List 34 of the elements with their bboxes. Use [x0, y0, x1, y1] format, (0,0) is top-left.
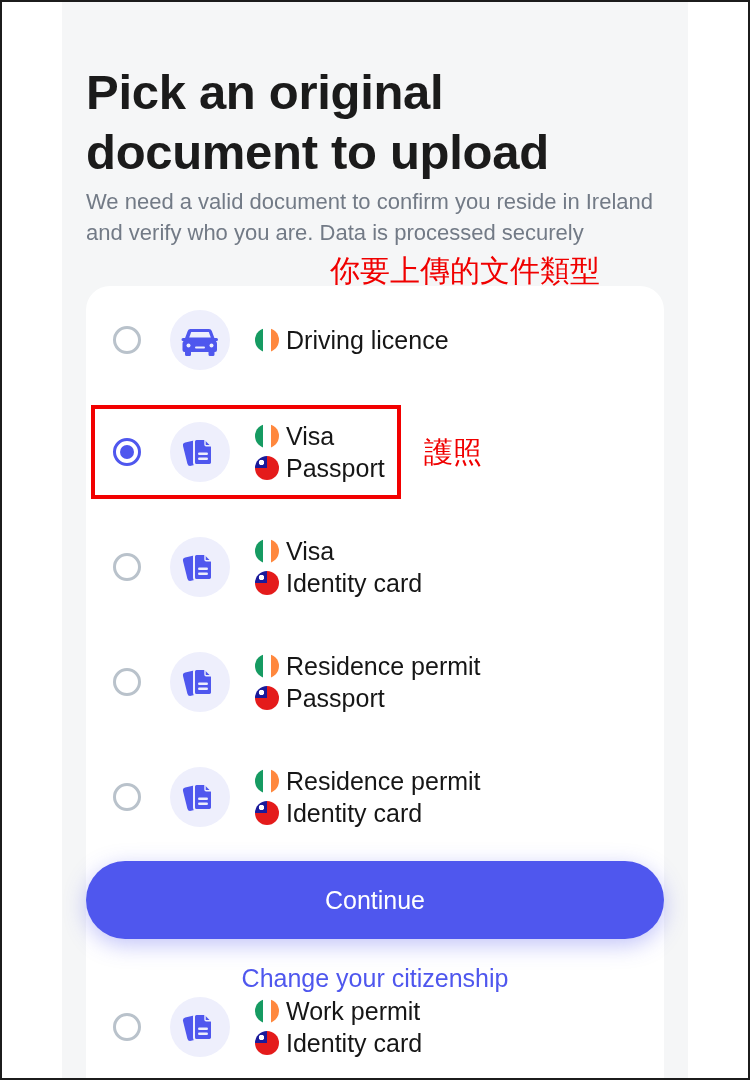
taiwan-flag-icon	[255, 455, 279, 480]
document-label: Passport	[286, 452, 385, 484]
radio-button[interactable]	[113, 667, 141, 696]
radio-button[interactable]	[113, 782, 141, 811]
document-label: Driving licence	[286, 325, 449, 356]
page-heading: Pick an original document to upload	[86, 64, 550, 181]
document-label: Work permit	[286, 995, 421, 1027]
taiwan-flag-icon	[255, 800, 279, 825]
documents-icon	[170, 766, 230, 827]
documents-icon	[170, 421, 230, 482]
document-label: Visa	[286, 535, 335, 567]
documents-icon	[170, 536, 230, 597]
taiwan-flag-icon	[255, 1030, 279, 1055]
radio-button[interactable]	[113, 326, 141, 354]
annotation-text: 護照	[423, 435, 482, 468]
document-label: Identity card	[286, 797, 423, 829]
taiwan-flag-icon	[255, 685, 279, 710]
document-label: Residence permit	[286, 650, 481, 682]
documents-icon	[170, 651, 230, 712]
documents-icon	[170, 996, 230, 1057]
taiwan-flag-icon	[255, 570, 279, 595]
document-label: Identity card	[286, 567, 423, 599]
radio-button[interactable]	[113, 437, 141, 466]
car-icon	[170, 310, 230, 370]
document-label: Visa	[286, 420, 335, 452]
document-label: Passport	[286, 682, 385, 714]
continue-button[interactable]: Continue	[86, 861, 664, 939]
page-description: We need a valid document to confirm you reside in Ireland and verify who you are. Data is processed securely	[86, 188, 654, 247]
document-label: Residence permit	[286, 765, 481, 797]
annotation-text: 你要上傳的文件類型	[330, 256, 600, 286]
document-label: Identity card	[286, 1027, 423, 1059]
radio-button[interactable]	[113, 552, 141, 581]
change-citizenship-link[interactable]: Change your citizenship	[241, 964, 509, 992]
radio-button[interactable]	[113, 1012, 141, 1041]
